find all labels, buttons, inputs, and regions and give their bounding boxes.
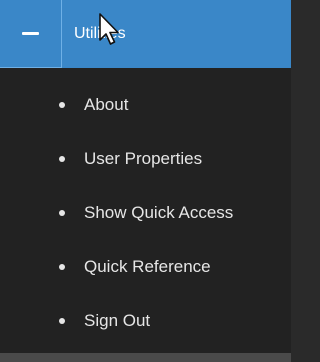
bullet-icon [59,318,65,324]
menu-item-label: Sign Out [84,311,151,330]
bullet-icon [59,264,65,270]
bullet-icon [59,210,65,216]
minus-icon [22,32,39,35]
menu-header[interactable]: Utilities [0,0,291,68]
bullet-icon [59,102,65,108]
menu-item-label: Quick Reference [84,257,211,276]
menu-list: About User Properties Show Quick Access … [0,78,291,348]
menu-item-about[interactable]: About [0,78,291,132]
menu-item-label: Show Quick Access [84,203,234,222]
menu-item-show-quick-access[interactable]: Show Quick Access [0,186,291,240]
menu-item-label: User Properties [84,149,203,168]
menu-footer-strip [0,353,291,362]
collapse-toggle-button[interactable] [0,0,62,68]
menu-title: Utilities [74,25,126,42]
menu-item-quick-reference[interactable]: Quick Reference [0,240,291,294]
utilities-menu: Utilities About User Properties Show Qui… [0,0,291,362]
menu-item-user-properties[interactable]: User Properties [0,132,291,186]
menu-item-sign-out[interactable]: Sign Out [0,294,291,348]
bullet-icon [59,156,65,162]
menu-item-label: About [84,95,129,114]
